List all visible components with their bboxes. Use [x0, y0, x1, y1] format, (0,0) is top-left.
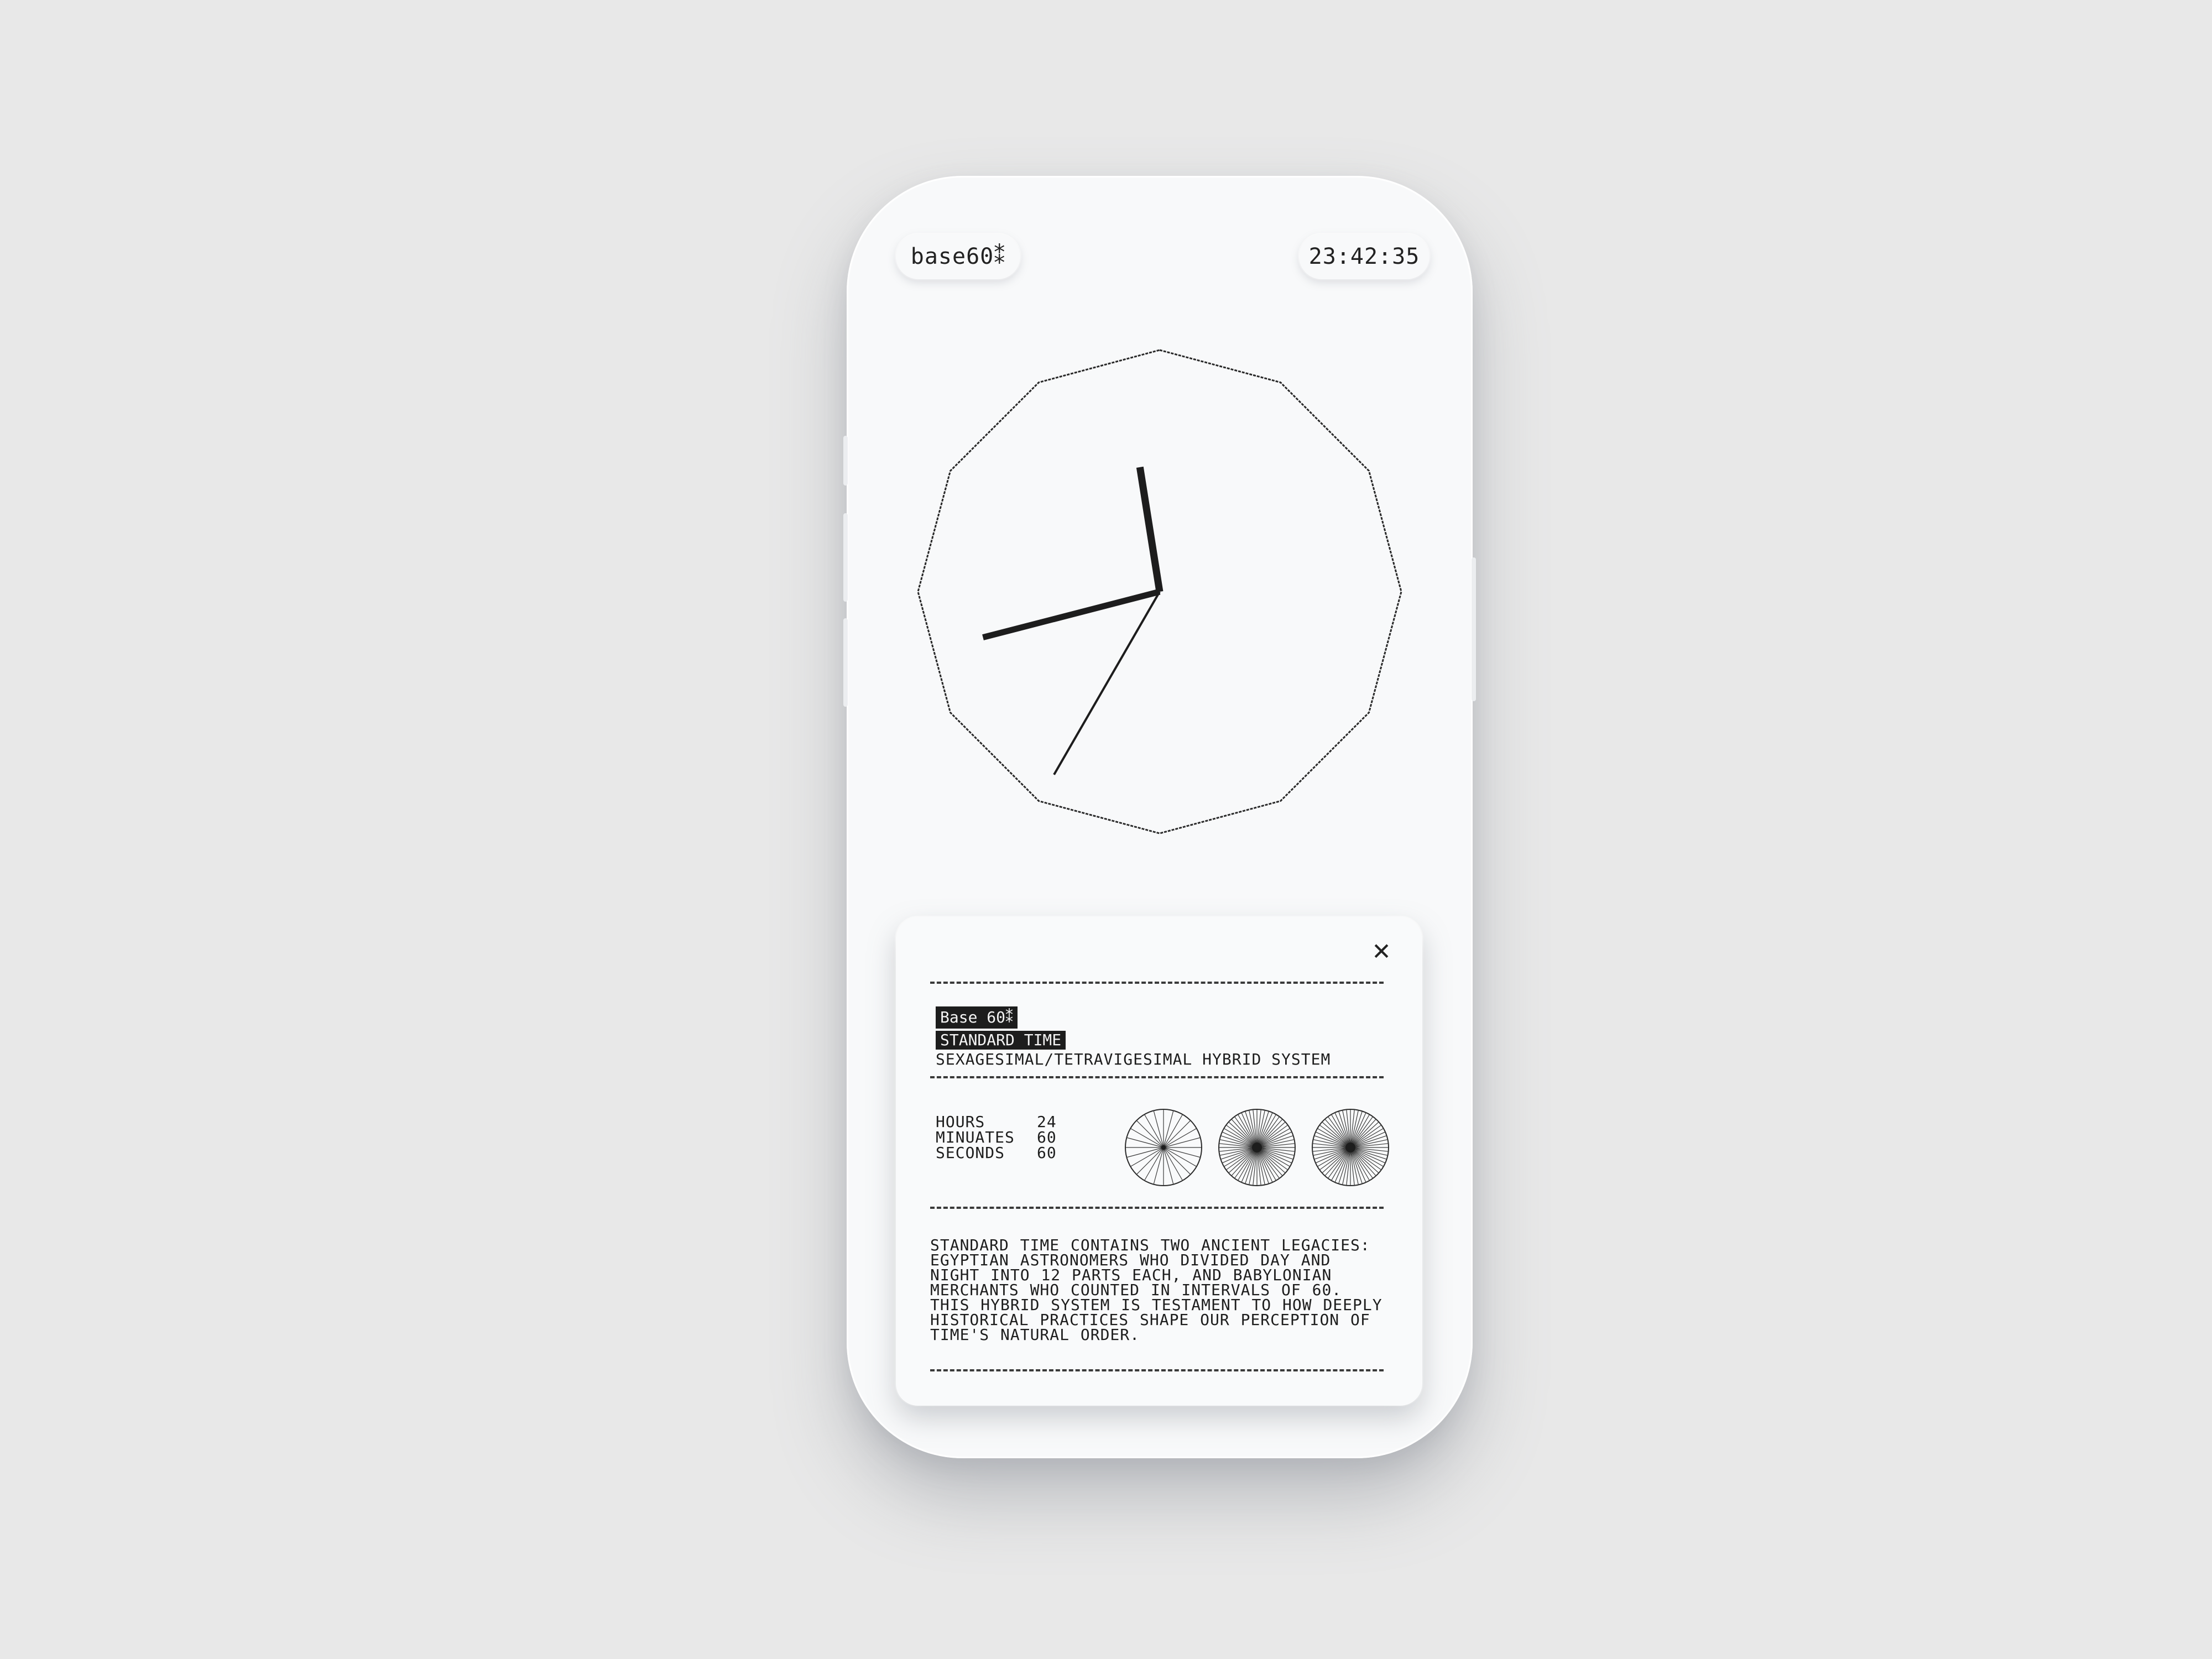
hours-dial-icon: [1125, 1109, 1202, 1186]
dial-center: [1345, 1142, 1355, 1152]
system-heading: STANDARD TIME: [940, 1031, 1062, 1049]
stat-label: SECONDS: [936, 1144, 1005, 1162]
stat-label: MINUATES: [936, 1128, 1015, 1146]
second-hand: [1053, 591, 1161, 775]
hour-hand: [1136, 466, 1164, 593]
system-heading-tag: STANDARD TIME: [936, 1031, 1066, 1050]
minute-hand: [982, 588, 1161, 640]
dial-spoke: [1163, 1147, 1174, 1185]
dial-spoke: [1126, 1137, 1164, 1148]
system-tag-label: Base 60⁑: [940, 1008, 1014, 1026]
dial-center: [1161, 1145, 1166, 1150]
system-subtitle: SEXAGESIMAL/TETRAVIGESIMAL HYBRID SYSTEM: [936, 1050, 1331, 1068]
close-button[interactable]: ✕: [1365, 933, 1398, 967]
dial-spoke: [1163, 1147, 1201, 1158]
close-icon: ✕: [1373, 933, 1390, 967]
divider-top: [930, 982, 1384, 984]
system-description: STANDARD TIME CONTAINS TWO ANCIENT LEGAC…: [930, 1236, 1383, 1344]
analog-clock: [917, 349, 1402, 834]
dial-spoke: [1153, 1110, 1164, 1148]
stat-value: 24: [1037, 1113, 1057, 1131]
divider-middle: [930, 1076, 1384, 1078]
stat-row-hours: HOURS 24: [936, 1114, 1057, 1130]
stat-value: 60: [1037, 1144, 1057, 1162]
info-card: ✕ Base 60⁑ STANDARD TIME SEXAGESIMAL/TET…: [896, 917, 1422, 1406]
seconds-dial-icon: [1312, 1109, 1389, 1186]
stat-label: HOURS: [936, 1113, 985, 1131]
dial-center: [1252, 1142, 1262, 1152]
dial-spoke: [1163, 1137, 1201, 1148]
stat-row-seconds: SECONDS 60: [936, 1145, 1057, 1161]
divider-bottom: [930, 1369, 1384, 1371]
stat-value: 60: [1037, 1128, 1057, 1146]
minutes-dial-icon: [1218, 1109, 1296, 1186]
system-tag: Base 60⁑: [936, 1006, 1018, 1029]
dial-spoke: [1163, 1110, 1174, 1148]
stat-row-minutes: MINUATES 60: [936, 1130, 1057, 1145]
divider-lower: [930, 1207, 1384, 1209]
dial-spoke: [1153, 1147, 1164, 1185]
unit-stats: HOURS 24 MINUATES 60 SECONDS 60: [936, 1114, 1057, 1161]
dial-spoke: [1126, 1147, 1164, 1158]
phone-frame: base60⁑ 23:42:35 ✕ Base 60⁑ STANDARD TIM…: [843, 176, 1476, 1458]
